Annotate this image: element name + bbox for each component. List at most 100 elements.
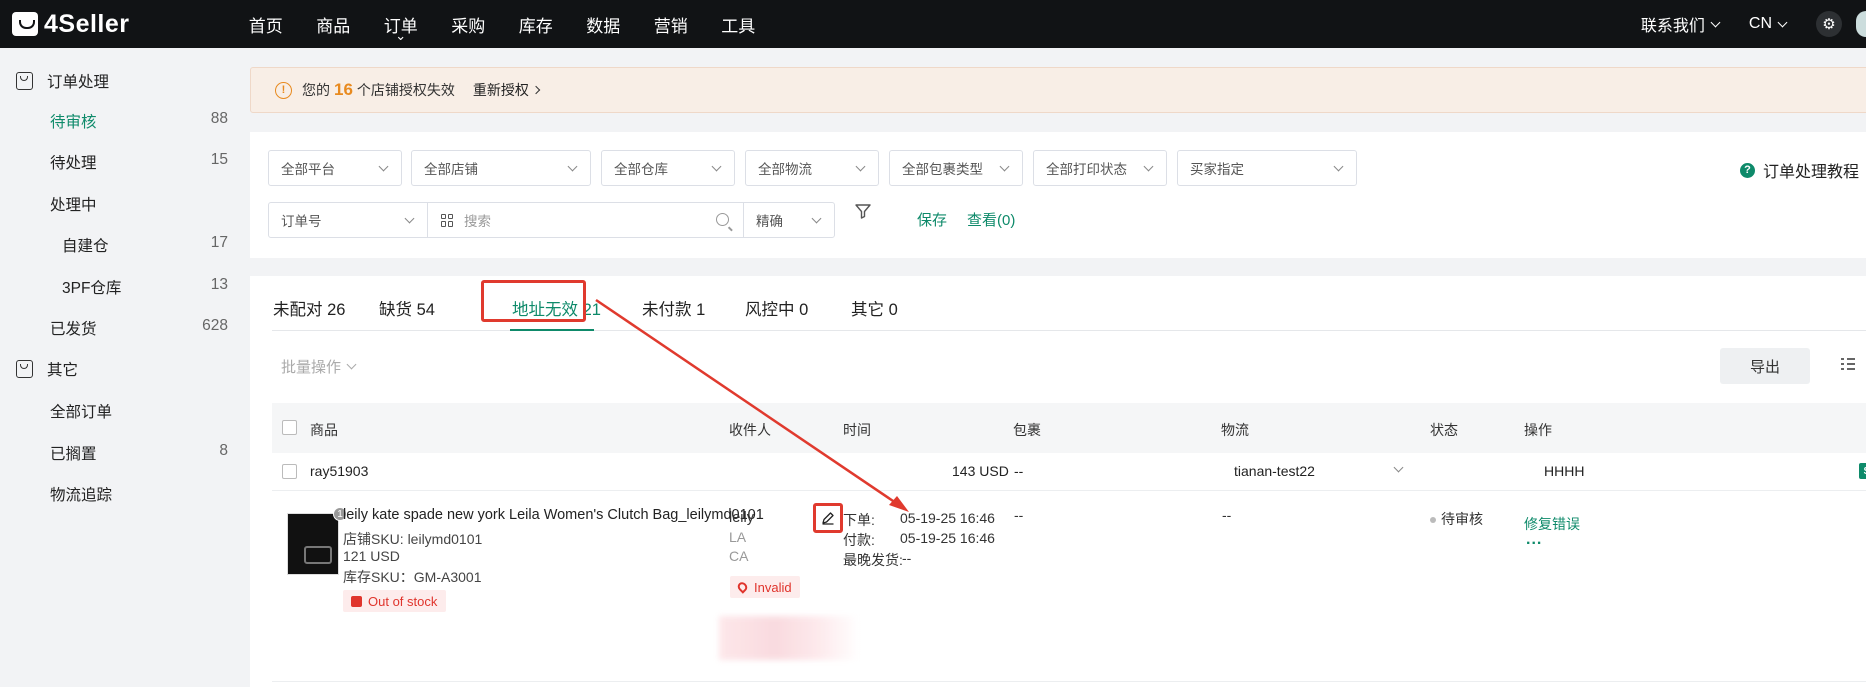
- chevron-right-icon: [531, 85, 541, 95]
- sidebar-item-processing[interactable]: 处理中: [50, 193, 228, 215]
- logistics-select[interactable]: 全部物流: [745, 150, 879, 186]
- select-value: 全部平台: [281, 162, 335, 177]
- filter-icon[interactable]: [854, 202, 872, 220]
- search-field-select[interactable]: 订单号: [268, 202, 428, 238]
- order-amount: 143 USD: [952, 463, 1009, 479]
- chevron-down-icon[interactable]: [1393, 462, 1404, 473]
- chevron-down-icon: [855, 161, 866, 172]
- product-thumbnail[interactable]: [287, 513, 339, 575]
- filter-panel: 全部平台 全部店铺 全部仓库 全部物流 全部包裹类型 全部打印状态 买家指定 订…: [250, 132, 1866, 258]
- nav-item-home[interactable]: 首页: [232, 12, 300, 37]
- product-price: 121 USD: [343, 548, 400, 564]
- sidebar-item-to-process[interactable]: 待处理 15: [50, 151, 228, 173]
- sidebar-item-label: 待处理: [50, 155, 97, 172]
- view-saved-button[interactable]: 查看(0): [967, 209, 1015, 230]
- save-filter-button[interactable]: 保存: [917, 209, 947, 230]
- nav-item-orders[interactable]: 订单: [367, 12, 435, 37]
- column-header-logistics: 物流: [1221, 422, 1249, 438]
- edit-address-button[interactable]: [813, 503, 843, 533]
- brand-logo[interactable]: 4Seller: [12, 10, 212, 39]
- column-settings-icon[interactable]: [1840, 356, 1856, 372]
- recipient-city: LA: [729, 529, 747, 545]
- sidebar-group-order-processing[interactable]: 订单处理: [16, 70, 109, 92]
- sidebar-group-other[interactable]: 其它: [16, 358, 78, 380]
- store-icon: $: [1859, 463, 1866, 479]
- chevron-down-icon: [1777, 17, 1788, 27]
- nav-item-tools[interactable]: 工具: [705, 12, 773, 37]
- help-icon: ?: [1740, 162, 1755, 178]
- order-group-row: ray51903 143 USD -- tianan-test22 HHHH $: [272, 453, 1866, 491]
- out-of-stock-label: Out of stock: [368, 593, 438, 609]
- tab-out-of-stock[interactable]: 缺货 54: [379, 296, 435, 320]
- row-divider: [272, 681, 1866, 682]
- stock-sku: 库存SKU：GM-A3001: [343, 569, 482, 585]
- reauthorize-link[interactable]: 重新授权: [473, 80, 541, 100]
- package-type-select[interactable]: 全部包裹类型: [889, 150, 1023, 186]
- row-checkbox[interactable]: [282, 464, 297, 479]
- sidebar-item-pending-review[interactable]: 待审核 88: [50, 110, 228, 132]
- select-all-checkbox[interactable]: [282, 420, 297, 435]
- search-placeholder: 搜索: [464, 214, 491, 229]
- tab-unmatched[interactable]: 未配对 26: [273, 296, 345, 320]
- tab-risk-control[interactable]: 风控中 0: [745, 296, 808, 320]
- select-value: 订单号: [281, 214, 322, 229]
- nav-item-products[interactable]: 商品: [300, 12, 368, 37]
- more-actions-button[interactable]: ...: [1526, 531, 1542, 549]
- match-mode-select[interactable]: 精确: [743, 202, 835, 238]
- tutorial-link[interactable]: ? 订单处理教程: [1740, 158, 1859, 182]
- select-value: 全部打印状态: [1046, 162, 1127, 177]
- package-value: --: [1014, 507, 1024, 523]
- nav-item-inventory[interactable]: 库存: [502, 12, 570, 37]
- nav-item-marketing[interactable]: 营销: [637, 12, 705, 37]
- store-select[interactable]: 全部店铺: [411, 150, 591, 186]
- tab-unpaid[interactable]: 未付款 1: [642, 296, 705, 320]
- store-name: HHHH: [1544, 463, 1585, 479]
- contact-us-menu[interactable]: 联系我们: [1640, 12, 1721, 36]
- tab-other[interactable]: 其它 0: [851, 296, 898, 320]
- select-value: 买家指定: [1190, 162, 1244, 177]
- nav-item-purchase[interactable]: 采购: [435, 12, 503, 37]
- gear-icon[interactable]: ⚙: [1816, 11, 1842, 37]
- logistics-select-value[interactable]: tianan-test22: [1234, 463, 1315, 479]
- batch-actions-dropdown[interactable]: 批量操作: [281, 356, 357, 377]
- sidebar-item-label: 待审核: [50, 114, 97, 131]
- recipient-name: leily: [729, 510, 754, 526]
- platform-select[interactable]: 全部平台: [268, 150, 402, 186]
- order-item-row: 1 leily kate spade new york Leila Women'…: [272, 491, 1866, 681]
- location-pin-icon: [735, 580, 750, 594]
- select-value: 全部物流: [758, 162, 812, 177]
- table-header: 商品 收件人 时间 包裹 物流 状态 操作: [272, 403, 1866, 453]
- sidebar-item-tracking[interactable]: 物流追踪: [50, 483, 228, 505]
- search-input[interactable]: 搜索: [427, 202, 744, 238]
- avatar[interactable]: [1856, 11, 1866, 37]
- export-button[interactable]: 导出: [1720, 348, 1810, 384]
- redacted-address: [719, 616, 859, 660]
- sidebar-item-shipped[interactable]: 已发货 628: [50, 317, 228, 339]
- active-tab-indicator: [510, 329, 594, 331]
- buyer-designated-select[interactable]: 买家指定: [1177, 150, 1357, 186]
- sidebar-item-self-warehouse[interactable]: 自建仓 17: [62, 234, 228, 256]
- nav-item-data[interactable]: 数据: [570, 12, 638, 37]
- product-name[interactable]: leily kate spade new york Leila Women's …: [343, 507, 764, 523]
- out-of-stock-badge: Out of stock: [343, 590, 447, 612]
- search-icon[interactable]: [716, 213, 729, 226]
- sidebar-item-label: 处理中: [50, 197, 97, 214]
- language-menu[interactable]: CN: [1749, 15, 1788, 33]
- column-header-time: 时间: [843, 422, 871, 438]
- chevron-down-icon: [999, 161, 1010, 172]
- sidebar-item-label: 全部订单: [50, 404, 113, 421]
- ship-deadline-label: 最晚发货:: [843, 552, 903, 568]
- sidebar-item-label: 已发货: [50, 321, 97, 338]
- invalid-address-badge: Invalid: [730, 576, 800, 598]
- ship-deadline: --: [902, 550, 912, 566]
- sidebar-item-3pf-warehouse[interactable]: 3PF仓库 13: [62, 276, 228, 298]
- warehouse-select[interactable]: 全部仓库: [601, 150, 735, 186]
- pencil-icon: [822, 512, 834, 525]
- sidebar-item-on-hold[interactable]: 已搁置 8: [50, 442, 228, 464]
- auth-alert-banner: ! 您的 16 个店铺授权失效 重新授权: [250, 67, 1866, 113]
- print-status-select[interactable]: 全部打印状态: [1033, 150, 1167, 186]
- invalid-label: Invalid: [754, 579, 792, 595]
- sidebar-item-all-orders[interactable]: 全部订单: [50, 400, 228, 422]
- contact-us-label: 联系我们: [1640, 18, 1705, 35]
- pay-time-label: 付款:: [843, 532, 875, 548]
